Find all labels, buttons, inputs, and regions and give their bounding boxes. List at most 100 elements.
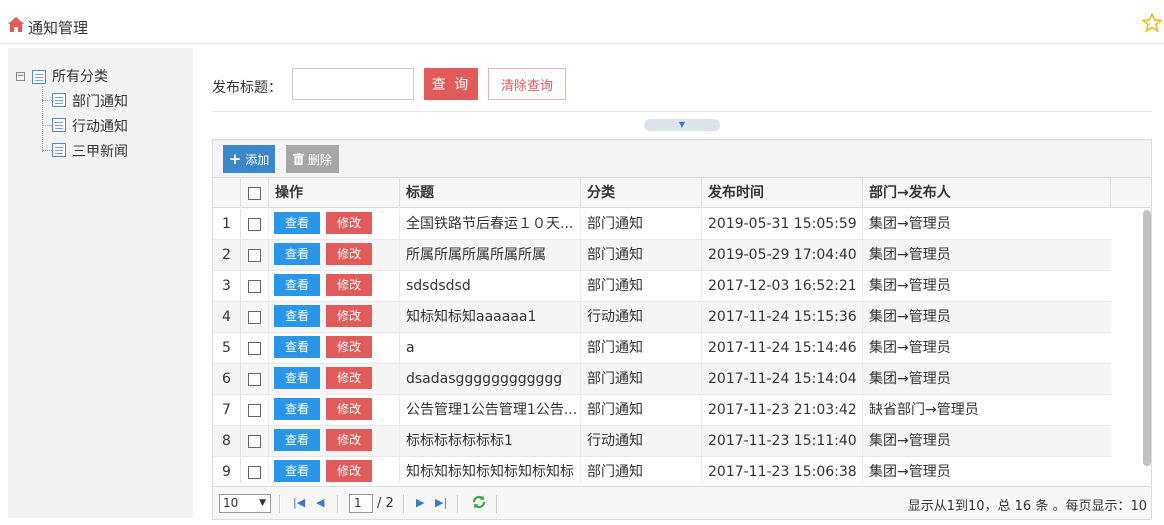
pager-separator [337, 495, 339, 513]
plus-icon: + [228, 150, 242, 168]
edit-button[interactable]: 修改 [326, 398, 372, 420]
row-select-cell [241, 426, 269, 456]
tree-item-action-notice[interactable]: 行动通知 [16, 113, 176, 138]
pager-separator [496, 495, 498, 513]
row-category: 部门通知 [581, 364, 702, 394]
search-title-input[interactable] [292, 68, 414, 100]
row-checkbox[interactable] [248, 372, 261, 386]
table-row[interactable]: 4 查看 修改 知标知标知aaaaaa1 行动通知 2017-11-24 15:15:36… [213, 302, 1111, 333]
delete-button[interactable]: 删除 [286, 145, 339, 173]
tree-item-label: 行动通知 [72, 119, 128, 135]
row-checkbox[interactable] [248, 403, 261, 417]
header-publish-time[interactable]: 发布时间 [702, 178, 863, 208]
table-row[interactable]: 6 查看 修改 dsadasgggggggggggg 部门通知 2017-11-24 15… [213, 364, 1111, 395]
table-row[interactable]: 1 查看 修改 全国铁路节后春运１０天... 部门通知 2019-05-31 15:05:… [213, 209, 1111, 240]
row-checkbox[interactable] [248, 434, 261, 448]
view-button[interactable]: 查看 [274, 460, 320, 482]
prev-page-icon[interactable]: ◀ [316, 496, 324, 509]
row-publish-time: 2019-05-31 15:05:59 [702, 209, 863, 239]
row-title: 标标标标标标标1 [400, 426, 581, 456]
table-row[interactable]: 3 查看 修改 sdsdsdsd 部门通知 2017-12-03 16:52:21 集团→管… [213, 271, 1111, 302]
table-row[interactable]: 8 查看 修改 标标标标标标标1 行动通知 2017-11-23 15:11:40 集团→管… [213, 426, 1111, 457]
row-dept-publisher: 集团→管理员 [869, 433, 951, 449]
row-title: dsadasgggggggggggg [400, 364, 581, 394]
row-select-cell [241, 395, 269, 425]
pager-info: 显示从1到10，总 16 条 。每页显示：10 [907, 499, 1147, 514]
next-page-icon[interactable]: ▶ [416, 496, 424, 509]
edit-button[interactable]: 修改 [326, 243, 372, 265]
row-category: 部门通知 [581, 333, 702, 363]
row-checkbox[interactable] [248, 341, 261, 355]
view-button[interactable]: 查看 [274, 398, 320, 420]
row-title: 知标知标知aaaaaa1 [400, 302, 581, 332]
chevron-down-icon: ▼ [678, 120, 686, 129]
header-title[interactable]: 标题 [400, 178, 581, 208]
table-row[interactable]: 9 查看 修改 知标知标知标知标知标知标 部门通知 2017-11-23 15:06:38… [213, 457, 1111, 483]
view-button[interactable]: 查看 [274, 429, 320, 451]
delete-label: 删除 [307, 152, 332, 167]
view-button[interactable]: 查看 [274, 305, 320, 327]
view-button[interactable]: 查看 [274, 212, 320, 234]
header-category[interactable]: 分类 [581, 178, 702, 208]
edit-button[interactable]: 修改 [326, 274, 372, 296]
last-page-icon[interactable]: ▶| [435, 496, 447, 509]
page-size-value: 10 [223, 496, 239, 510]
table-header: 操作 标题 分类 发布时间 部门→发布人 [213, 178, 1151, 208]
tree-item-news[interactable]: 三甲新闻 [16, 138, 176, 163]
list-icon [52, 143, 66, 157]
first-page-icon[interactable]: |◀ [293, 496, 305, 509]
pager-separator [457, 495, 459, 513]
row-publish-time: 2019-05-29 17:04:40 [702, 240, 863, 270]
table-row[interactable]: 5 查看 修改 a 部门通知 2017-11-24 15:14:46 集团→管理员 [213, 333, 1111, 364]
star-icon[interactable] [1141, 12, 1163, 37]
header-dept-publisher[interactable]: 部门→发布人 [863, 178, 1111, 208]
row-title: a [400, 333, 581, 363]
add-button[interactable]: + 添加 [223, 145, 275, 173]
row-checkbox[interactable] [248, 465, 261, 479]
list-icon [52, 118, 66, 132]
tree-root-all[interactable]: − 所有分类 [16, 66, 176, 88]
tree-item-dept-notice[interactable]: 部门通知 [16, 88, 176, 113]
query-button[interactable]: 查 询 [424, 68, 478, 100]
page-number-input[interactable]: 1 [349, 494, 373, 513]
edit-button[interactable]: 修改 [326, 367, 372, 389]
notice-grid: + 添加 删除 操作 标题 分类 发布时间 部门→发布人 1 查看 修改 全国铁路节后… [212, 139, 1152, 520]
edit-button[interactable]: 修改 [326, 212, 372, 234]
row-checkbox[interactable] [248, 279, 261, 293]
clear-query-button[interactable]: 清除查询 [488, 68, 566, 100]
page-size-select[interactable]: 10 ▼ [219, 494, 271, 513]
edit-button[interactable]: 修改 [326, 336, 372, 358]
view-button[interactable]: 查看 [274, 243, 320, 265]
collapse-handle[interactable]: ▼ [644, 119, 720, 131]
row-checkbox[interactable] [248, 217, 261, 231]
row-category: 部门通知 [581, 240, 702, 270]
header-bar: 通知管理 [0, 0, 1164, 44]
row-checkbox[interactable] [248, 310, 261, 324]
row-select-cell [241, 209, 269, 239]
row-number: 2 [213, 240, 241, 270]
row-category: 部门通知 [581, 457, 702, 483]
row-number: 1 [213, 209, 241, 239]
collapse-icon[interactable]: − [16, 72, 25, 81]
table-row[interactable]: 2 查看 修改 所属所属所属所属所属 部门通知 2019-05-29 17:04:40 集团… [213, 240, 1111, 271]
edit-button[interactable]: 修改 [326, 305, 372, 327]
refresh-icon[interactable] [471, 494, 487, 513]
row-dept-publisher: 集团→管理员 [869, 309, 951, 325]
row-publish-time: 2017-11-23 15:06:38 [702, 457, 863, 483]
table-row[interactable]: 7 查看 修改 公告管理1公告管理1公告... 部门通知 2017-11-23 21:03… [213, 395, 1111, 426]
view-button[interactable]: 查看 [274, 367, 320, 389]
home-icon[interactable] [8, 17, 24, 36]
view-button[interactable]: 查看 [274, 274, 320, 296]
edit-button[interactable]: 修改 [326, 429, 372, 451]
view-button[interactable]: 查看 [274, 336, 320, 358]
select-all-checkbox[interactable] [248, 186, 261, 200]
header-select-all [241, 178, 269, 208]
scrollbar-thumb[interactable] [1143, 210, 1151, 466]
row-actions: 查看 修改 [269, 426, 400, 456]
row-number: 9 [213, 457, 241, 483]
tree-item-label: 部门通知 [72, 94, 128, 110]
row-publish-time: 2017-11-24 15:14:46 [702, 333, 863, 363]
grid-toolbar: + 添加 删除 [213, 140, 1151, 178]
edit-button[interactable]: 修改 [326, 460, 372, 482]
row-checkbox[interactable] [248, 248, 261, 262]
